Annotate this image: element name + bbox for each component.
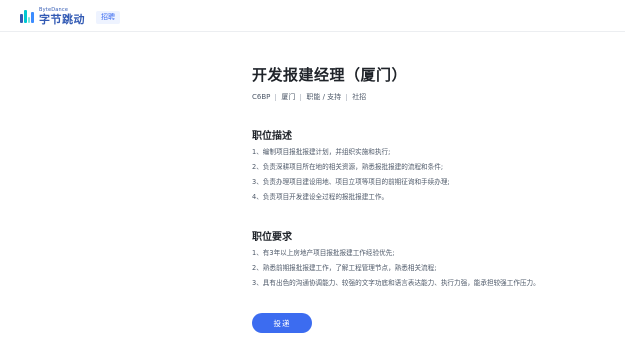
list-item: 4、负责项目开发建设全过程的报批报建工作。	[252, 193, 389, 201]
job-meta: C6BP 厦门 职能 / 支持 社招	[252, 92, 366, 102]
top-navigation-bar: ByteDance 字节跳动 招聘	[0, 0, 625, 32]
job-type: 社招	[352, 93, 367, 101]
apply-button[interactable]: 投递	[252, 313, 312, 333]
recruit-tag[interactable]: 招聘	[96, 11, 120, 24]
list-item: 2、负责深耕项目所在地的相关资源，熟悉报批报建的流程和条件;	[252, 163, 444, 171]
meta-divider	[346, 93, 348, 101]
list-item: 3、负责办理项目建设用地、项目立项等项目的前期征询和手续办理;	[252, 178, 450, 186]
list-item: 3、具有出色的沟通协调能力、较强的文字功底和语言表达能力、执行力强，能承担较强工…	[252, 279, 540, 287]
list-item: 1、编制项目报批报建计划，并组织实施和执行;	[252, 148, 391, 156]
logo-text: ByteDance 字节跳动	[39, 6, 85, 26]
logo-chinese-name: 字节跳动	[39, 12, 85, 26]
meta-divider	[300, 93, 302, 101]
bytedance-logo[interactable]: ByteDance 字节跳动	[20, 6, 85, 26]
requirements-list: 1、有3年以上房地产项目报批报建工作经验优先; 2、熟悉前期报批报建工作，了解工…	[252, 246, 540, 291]
job-city: 厦门	[281, 93, 296, 101]
job-category: 职能 / 支持	[306, 93, 342, 101]
list-item: 1、有3年以上房地产项目报批报建工作经验优先;	[252, 249, 395, 257]
description-list: 1、编制项目报批报建计划，并组织实施和执行; 2、负责深耕项目所在地的相关资源，…	[252, 145, 450, 205]
job-code: C6BP	[252, 93, 271, 101]
description-heading: 职位描述	[252, 131, 292, 142]
meta-divider	[275, 93, 277, 101]
requirements-heading: 职位要求	[252, 232, 292, 243]
bytedance-logo-icon	[20, 9, 34, 23]
logo-english-name: ByteDance	[39, 6, 69, 13]
list-item: 2、熟悉前期报批报建工作，了解工程管理节点，熟悉相关流程;	[252, 264, 437, 272]
job-title: 开发报建经理（厦门）	[252, 66, 408, 84]
